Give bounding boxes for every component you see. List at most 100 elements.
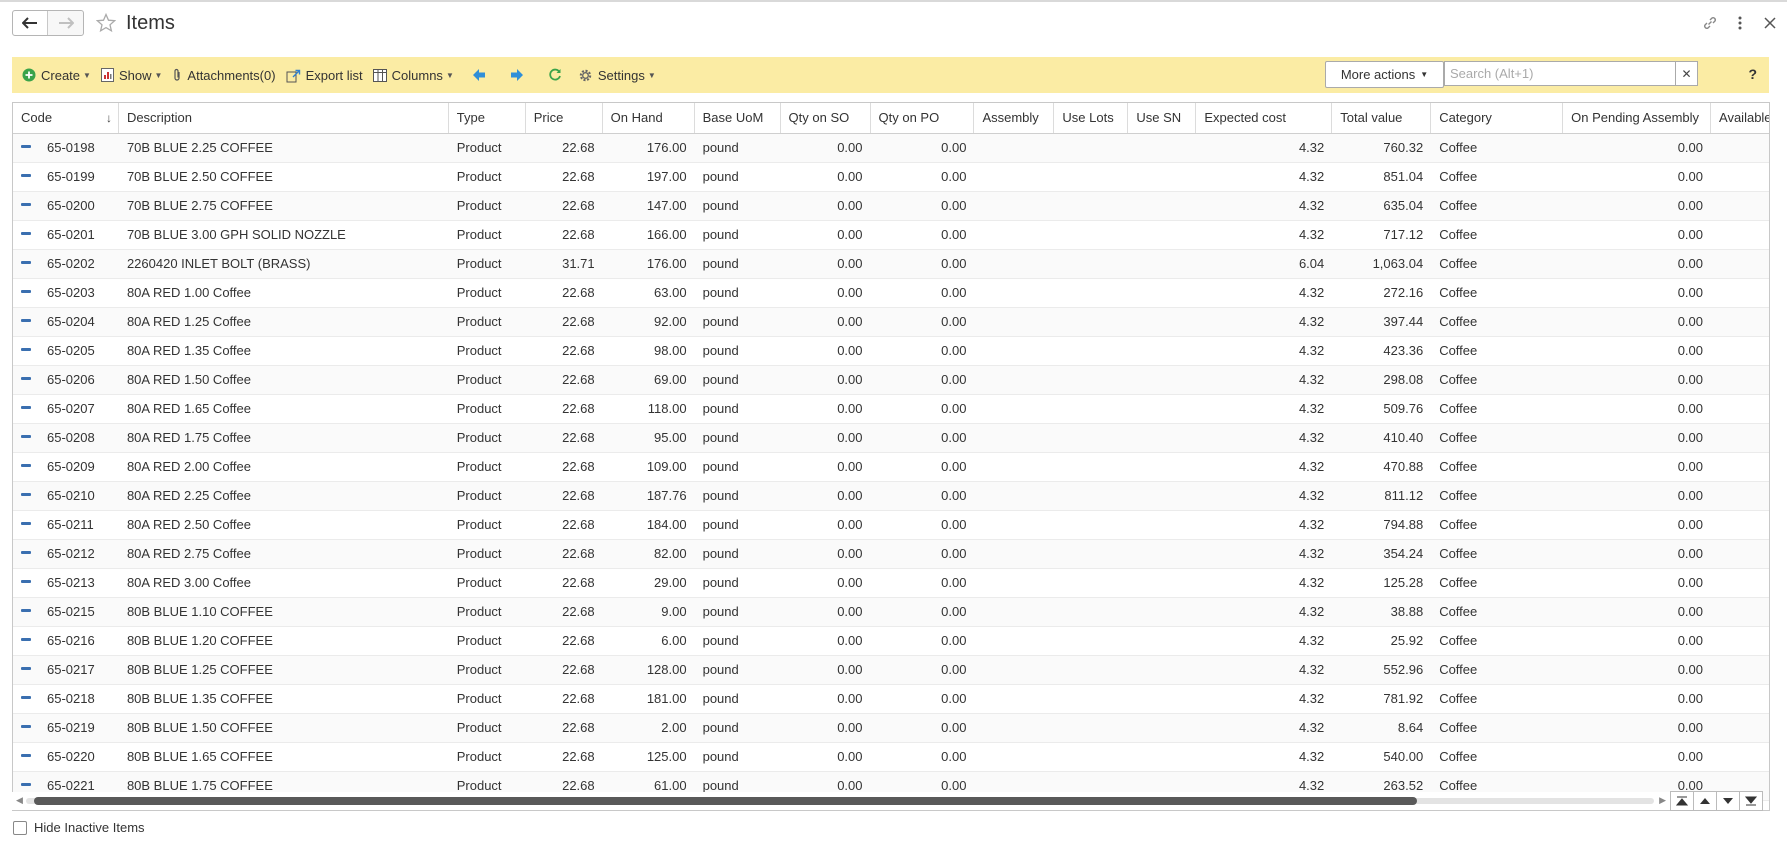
scrollbar-thumb[interactable] [34,797,1417,805]
column-header-on-hand[interactable]: On Hand [603,103,695,133]
cell-value: Product [456,285,502,300]
next-row-button[interactable] [1716,791,1740,811]
table-row[interactable]: 65-0205 80A RED 1.35 Coffee Product 22.68 98… [13,337,1769,366]
cell-value: 65-0204 [47,314,95,329]
cell-value: Coffee [1439,778,1478,793]
table-row[interactable]: 65-0209 80A RED 2.00 Coffee Product 22.68 10… [13,453,1769,482]
column-header-base-uom[interactable]: Base UoM [695,103,781,133]
column-header-qty-on-so[interactable]: Qty on SO [781,103,871,133]
favorite-button[interactable] [95,12,117,36]
column-header-label: Assembly [982,110,1039,125]
item-type-icon [21,145,31,149]
cell-value: 781.92 [1383,691,1424,706]
table-row[interactable]: 65-0204 80A RED 1.25 Coffee Product 22.68 92… [13,308,1769,337]
cell-use-sn [1128,453,1196,481]
cell-value: 80A RED 2.75 Coffee [126,546,252,561]
settings-button[interactable]: Settings ▼ [574,62,662,88]
table-row[interactable]: 65-0211 80A RED 2.50 Coffee Product 22.68 18… [13,511,1769,540]
column-header-available[interactable]: Available [1711,103,1769,133]
table-row[interactable]: 65-0201 70B BLUE 3.00 GPH SOLID NOZZLE Pro… [13,221,1769,250]
table-row[interactable]: 65-0213 80A RED 3.00 Coffee Product 22.68 29… [13,569,1769,598]
scroll-right-icon[interactable]: ▶ [1659,795,1666,806]
table-row[interactable]: 65-0215 80B BLUE 1.10 COFFEE Product 22.68 9… [13,598,1769,627]
cell-use-lots [1054,134,1128,162]
column-header-code[interactable]: Code ↓ [13,103,119,133]
refresh-button[interactable] [536,62,574,88]
cell-base-uom: pound [695,221,781,249]
cell-on-pending-assembly: 0.00 [1563,511,1711,539]
cell-on-hand: 184.00 [603,511,695,539]
hide-inactive-checkbox[interactable] [13,820,27,835]
cell-expected-cost: 4.32 [1196,395,1332,423]
table-row[interactable]: 65-0207 80A RED 1.65 Coffee Product 22.68 11… [13,395,1769,424]
column-header-description[interactable]: Description [119,103,449,133]
cell-type: Product [449,308,526,336]
column-header-price[interactable]: Price [526,103,603,133]
link-button[interactable] [1701,14,1719,32]
cell-value: 22.68 [562,198,595,213]
table-row[interactable]: 65-0219 80B BLUE 1.50 COFFEE Product 22.68 2… [13,714,1769,743]
table-row[interactable]: 65-0212 80A RED 2.75 Coffee Product 22.68 82… [13,540,1769,569]
cell-value: 70B BLUE 2.75 COFFEE [126,198,273,213]
cell-category: Coffee [1431,714,1563,742]
cell-price: 22.68 [526,627,603,655]
search-input[interactable] [1445,62,1665,85]
table-row[interactable]: 65-0210 80A RED 2.25 Coffee Product 22.68 18… [13,482,1769,511]
more-actions-button[interactable]: More actions ▼ [1325,61,1444,88]
cell-value: 0.00 [1677,633,1704,648]
next-record-button[interactable] [498,62,536,88]
cell-assembly [974,279,1054,307]
close-button[interactable] [1761,14,1779,32]
cell-price: 22.68 [526,424,603,452]
first-row-button[interactable] [1670,791,1694,811]
cell-value: Product [456,169,502,184]
table-row[interactable]: 65-0199 70B BLUE 2.50 COFFEE Product 22.68 1… [13,163,1769,192]
column-header-category[interactable]: Category [1431,103,1564,133]
cell-expected-cost: 4.32 [1196,366,1332,394]
table-row[interactable]: 65-0203 80A RED 1.00 Coffee Product 22.68 63… [13,279,1769,308]
horizontal-scrollbar[interactable]: ◀ ▶ [12,792,1670,810]
table-row[interactable]: 65-0220 80B BLUE 1.65 COFFEE Product 22.68 1… [13,743,1769,772]
table-row[interactable]: 65-0200 70B BLUE 2.75 COFFEE Product 22.68 1… [13,192,1769,221]
search-clear-button[interactable]: ✕ [1675,62,1697,85]
column-header-on-pending-assembly[interactable]: On Pending Assembly [1563,103,1712,133]
table-row[interactable]: 65-0198 70B BLUE 2.25 COFFEE Product 22.68 1… [13,134,1769,163]
create-button[interactable]: Create ▼ [18,62,97,88]
back-button[interactable] [13,11,49,35]
column-header-expected-cost[interactable]: Expected cost [1196,103,1333,133]
cell-code: 65-0207 [13,395,119,423]
table-row[interactable]: 65-0202 2260420 INLET BOLT (BRASS) Product… [13,250,1769,279]
item-type-icon [21,725,31,729]
table-row[interactable]: 65-0208 80A RED 1.75 Coffee Product 22.68 95… [13,424,1769,453]
sort-descending-icon[interactable]: ↓ [106,103,112,133]
table-row[interactable]: 65-0218 80B BLUE 1.35 COFFEE Product 22.68 1… [13,685,1769,714]
table-row[interactable]: 65-0217 80B BLUE 1.25 COFFEE Product 22.68 1… [13,656,1769,685]
column-header-type[interactable]: Type [449,103,526,133]
attachments-button[interactable]: Attachments(0) [168,62,281,88]
export-list-button[interactable]: Export list [282,62,369,88]
table-row[interactable]: 65-0216 80B BLUE 1.20 COFFEE Product 22.68 6… [13,627,1769,656]
last-row-button[interactable] [1739,791,1763,811]
column-header-qty-on-po[interactable]: Qty on PO [871,103,975,133]
show-button[interactable]: Show ▼ [97,62,168,88]
cell-value: 0.00 [837,372,863,387]
cell-assembly [974,337,1054,365]
column-header-use-sn[interactable]: Use SN [1128,103,1197,133]
cell-qty-on-po: 0.00 [871,569,975,597]
cell-value: Product [456,517,502,532]
column-header-label: Category [1439,110,1492,125]
columns-button[interactable]: Columns ▼ [369,62,460,88]
more-options-button[interactable] [1731,14,1749,32]
column-header-assembly[interactable]: Assembly [974,103,1055,133]
cell-value: 2.00 [661,720,687,735]
column-header-total-value[interactable]: Total value [1332,103,1432,133]
column-header-use-lots[interactable]: Use Lots [1054,103,1129,133]
scroll-left-icon[interactable]: ◀ [16,795,23,806]
table-row[interactable]: 65-0206 80A RED 1.50 Coffee Product 22.68 69… [13,366,1769,395]
forward-button[interactable] [48,11,83,35]
cell-value: 22.68 [562,314,595,329]
previous-record-button[interactable] [460,62,498,88]
previous-row-button[interactable] [1693,791,1717,811]
help-button[interactable]: ? [1748,66,1757,82]
cell-value: 65-0202 [47,256,95,271]
